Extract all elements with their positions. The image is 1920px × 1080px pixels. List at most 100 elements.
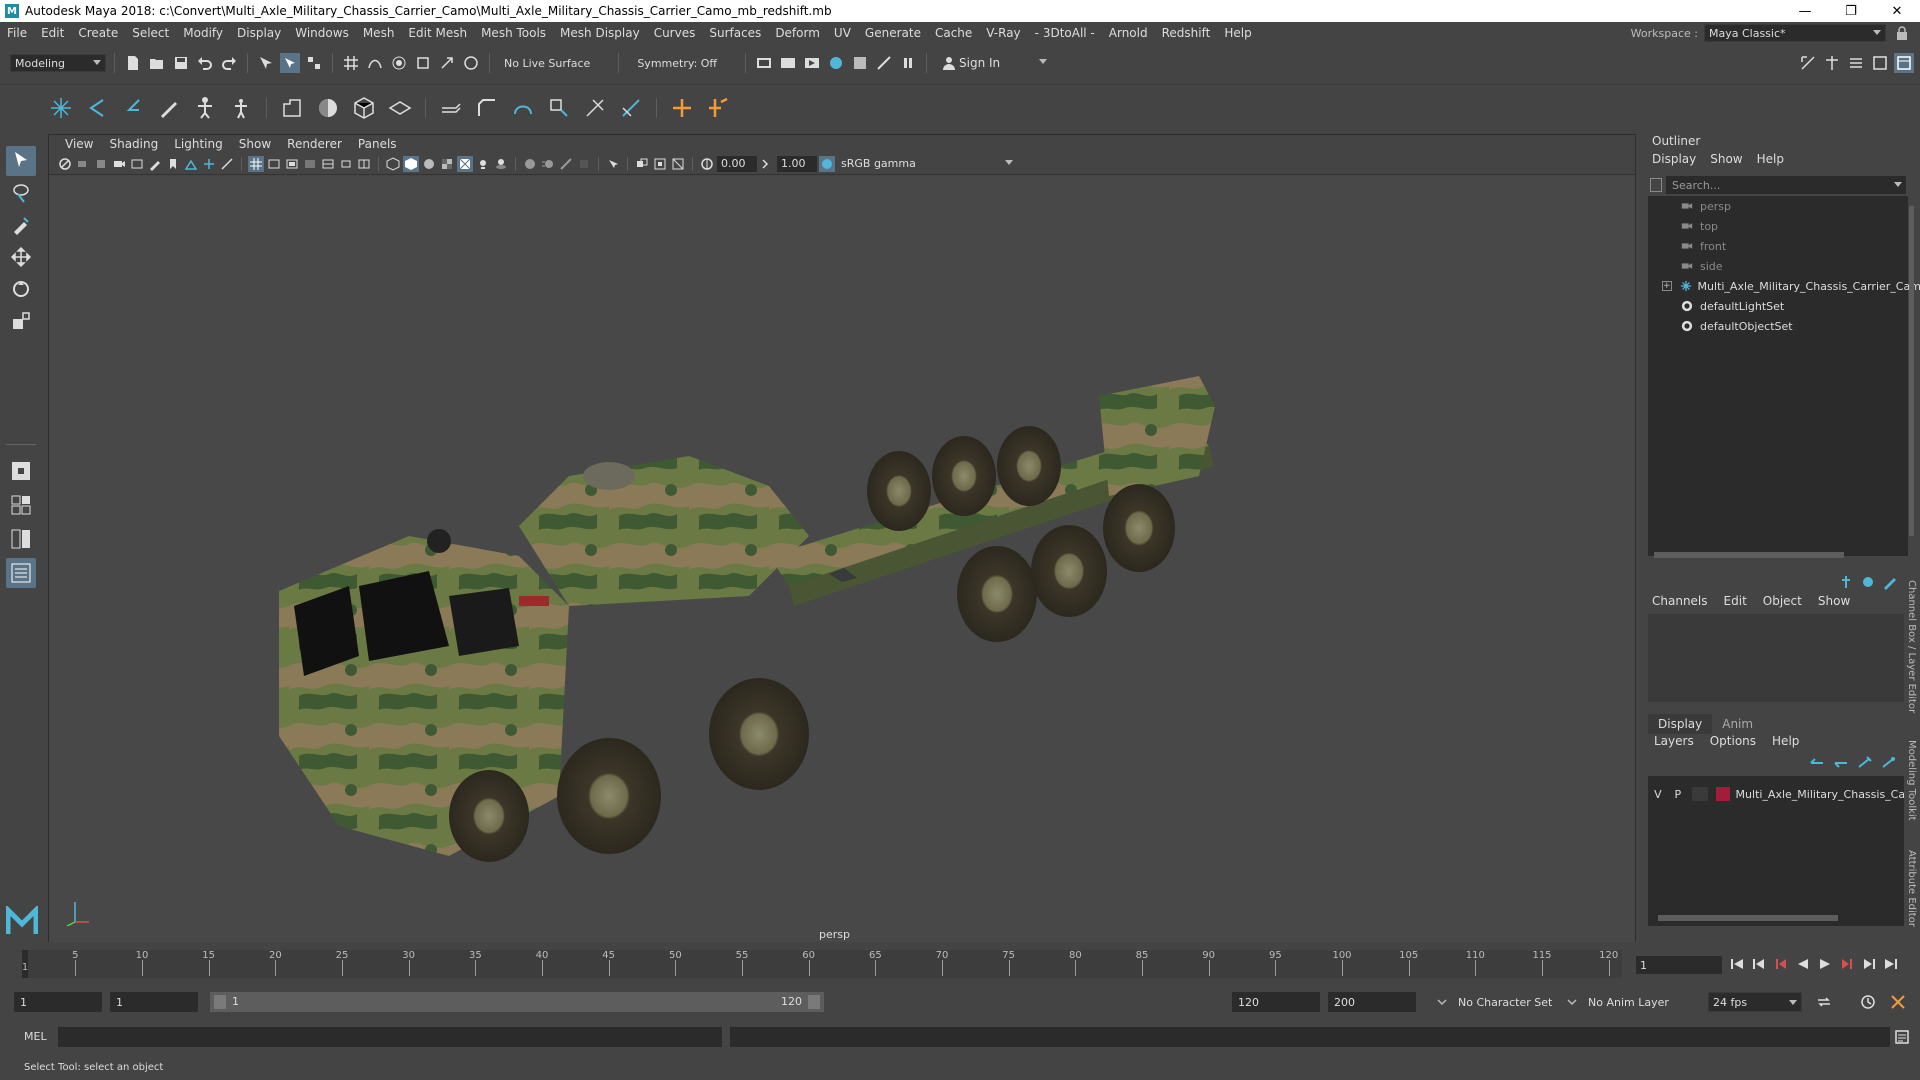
select-camera-icon[interactable] — [57, 156, 73, 172]
playback-start-field[interactable]: 1 — [110, 992, 198, 1012]
rotate-tool-icon[interactable] — [6, 274, 36, 304]
combine-icon[interactable] — [667, 93, 697, 123]
shadows-icon[interactable] — [493, 156, 509, 172]
symmetry-toggle-icon[interactable] — [461, 53, 481, 73]
outliner-item-group[interactable]: + Multi_Axle_Military_Chassis_Carrier_Ca… — [1648, 276, 1920, 296]
wireframe-on-shaded-icon[interactable] — [219, 156, 235, 172]
move-layer-down-icon[interactable] — [1832, 756, 1850, 770]
attribute-editor-icon[interactable] — [1822, 53, 1842, 73]
frame-selection-icon[interactable] — [652, 156, 668, 172]
menu-arnold[interactable]: Arnold — [1102, 26, 1155, 40]
create-polygon-icon[interactable] — [277, 93, 307, 123]
pencil-curve-icon[interactable] — [154, 93, 184, 123]
resolution-gate-icon[interactable] — [284, 156, 300, 172]
edge-loop-icon[interactable] — [616, 93, 646, 123]
menu-curves[interactable]: Curves — [647, 26, 703, 40]
ipr-render-icon[interactable] — [802, 53, 822, 73]
safe-title-icon[interactable] — [356, 156, 372, 172]
bookmark-flag-icon[interactable] — [165, 156, 181, 172]
outliner-item-top[interactable]: top — [1648, 216, 1908, 236]
select-by-object-icon[interactable] — [280, 53, 300, 73]
range-end-handle[interactable] — [808, 995, 820, 1009]
layer-color-swatch[interactable] — [1715, 787, 1730, 801]
polygon-plane-icon[interactable] — [385, 93, 415, 123]
snap-to-curve-icon[interactable] — [365, 53, 385, 73]
edit-icon[interactable] — [1882, 574, 1898, 590]
step-forward-key-icon[interactable] — [1860, 954, 1878, 974]
menu-mesh-display[interactable]: Mesh Display — [553, 26, 647, 40]
xray-joints-icon[interactable] — [201, 156, 217, 172]
outliner-menu-help[interactable]: Help — [1757, 152, 1784, 166]
camera-attributes-icon[interactable] — [75, 156, 91, 172]
field-chart-icon[interactable] — [320, 156, 336, 172]
move-layer-up-icon[interactable] — [1808, 756, 1826, 770]
filter-icon[interactable] — [1650, 178, 1662, 192]
menu-generate[interactable]: Generate — [858, 26, 928, 40]
wireframe-icon[interactable] — [385, 156, 401, 172]
layer-reference-toggle[interactable] — [1691, 787, 1708, 801]
render-setup-icon[interactable] — [874, 53, 894, 73]
screen-space-ao-icon[interactable] — [522, 156, 538, 172]
expand-icon[interactable]: + — [1662, 281, 1672, 291]
step-back-frame-icon[interactable] — [1772, 954, 1790, 974]
anim-layer-label[interactable]: No Anim Layer — [1588, 996, 1669, 1009]
menu-edit[interactable]: Edit — [34, 26, 71, 40]
grease-pencil-icon[interactable] — [147, 156, 163, 172]
menu-cache[interactable]: Cache — [928, 26, 979, 40]
isolate-view-icon[interactable] — [605, 156, 621, 172]
layer-visibility-toggle[interactable]: V — [1648, 788, 1668, 801]
tab-attribute-editor[interactable]: Attribute Editor — [1906, 850, 1917, 927]
select-tool-icon[interactable] — [6, 146, 36, 176]
layer-row[interactable]: V P Multi_Axle_Military_Chassis_Ca — [1648, 784, 1904, 804]
gate-mask-icon[interactable] — [302, 156, 318, 172]
menu-3dtoall[interactable]: - 3DtoAll - — [1028, 26, 1102, 40]
soft-select-icon[interactable] — [46, 93, 76, 123]
snap-to-grid-icon[interactable] — [341, 53, 361, 73]
open-scene-icon[interactable] — [147, 53, 167, 73]
layer-horizontal-scrollbar[interactable] — [1658, 914, 1894, 922]
bevel-icon[interactable] — [472, 93, 502, 123]
2d-pan-zoom-icon[interactable] — [129, 156, 145, 172]
script-editor-icon[interactable] — [1892, 1027, 1912, 1047]
workspace-dropdown[interactable]: Maya Classic* — [1704, 24, 1886, 42]
use-all-lights-icon[interactable] — [475, 156, 491, 172]
tab-display[interactable]: Display — [1648, 714, 1713, 734]
new-scene-icon[interactable] — [123, 53, 143, 73]
tab-anim[interactable]: Anim — [1712, 714, 1763, 734]
outliner-search-input[interactable]: Search... — [1666, 176, 1906, 194]
select-by-component-icon[interactable] — [304, 53, 324, 73]
chevron-down-icon[interactable] — [1894, 182, 1902, 187]
single-perspective-layout-icon[interactable] — [6, 456, 36, 486]
loop-icon[interactable] — [1814, 992, 1834, 1012]
current-frame-field[interactable]: 1 — [1636, 956, 1722, 974]
tab-channel-box-layer-editor[interactable]: Channel Box / Layer Editor — [1906, 580, 1917, 713]
separate-icon[interactable] — [703, 93, 733, 123]
menu-set-dropdown[interactable]: Modeling — [10, 54, 106, 72]
four-view-layout-icon[interactable] — [6, 490, 36, 520]
anim-layer-icon[interactable] — [1562, 992, 1582, 1012]
select-by-hierarchy-icon[interactable] — [256, 53, 276, 73]
gamma-icon[interactable] — [759, 156, 775, 172]
menu-redshift[interactable]: Redshift — [1155, 26, 1218, 40]
skeleton-icon[interactable] — [190, 93, 220, 123]
outliner-item-side[interactable]: side — [1648, 256, 1908, 276]
color-management-icon[interactable] — [819, 155, 835, 172]
character-set-icon[interactable] — [1432, 992, 1452, 1012]
step-forward-frame-icon[interactable] — [1838, 954, 1856, 974]
redo-icon[interactable] — [219, 53, 239, 73]
fps-dropdown[interactable]: 24 fps — [1708, 992, 1802, 1012]
viewport-menu-view[interactable]: View — [57, 137, 101, 151]
minimize-button[interactable]: — — [1782, 0, 1828, 22]
play-backwards-icon[interactable] — [1794, 954, 1812, 974]
channel-box-menu-edit[interactable]: Edit — [1724, 594, 1747, 608]
exposure-icon[interactable] — [699, 156, 715, 172]
live-surface-label[interactable]: No Live Surface — [498, 57, 610, 70]
channel-box-menu-channels[interactable]: Channels — [1652, 594, 1708, 608]
outliner-horizontal-scrollbar[interactable] — [1654, 550, 1904, 560]
move-tool-icon[interactable] — [6, 242, 36, 272]
channel-box-icon[interactable] — [1870, 53, 1890, 73]
maximize-button[interactable]: ❐ — [1828, 0, 1874, 22]
channel-box-menu-object[interactable]: Object — [1763, 594, 1802, 608]
layer-playback-toggle[interactable]: P — [1668, 788, 1688, 801]
viewport-canvas[interactable]: persp — [49, 176, 1635, 942]
